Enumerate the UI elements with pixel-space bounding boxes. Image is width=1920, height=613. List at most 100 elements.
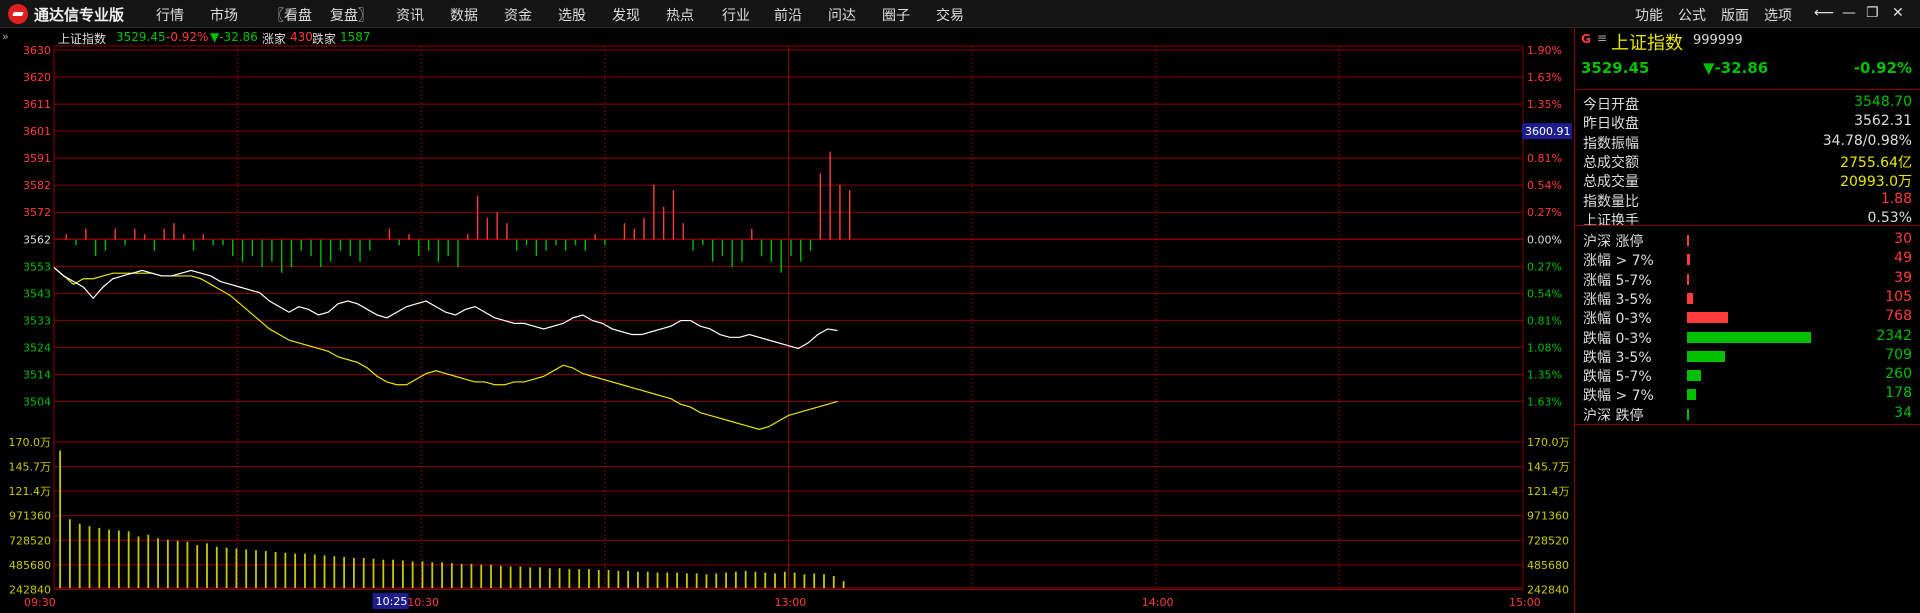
menu-item[interactable]: 资金 bbox=[504, 5, 532, 25]
stat-label: 指数振幅 bbox=[1583, 135, 1639, 152]
dist-value: 709 bbox=[1885, 346, 1912, 363]
time-label: 13:00 bbox=[775, 596, 807, 609]
volume-tick-label: 170.0万 bbox=[9, 436, 52, 449]
volume-tick-label-right: 170.0万 bbox=[1527, 436, 1570, 449]
menu-item[interactable]: 问达 bbox=[828, 5, 856, 25]
dist-label: 涨幅 3-5% bbox=[1583, 291, 1652, 308]
menu-item[interactable]: 圈子 bbox=[882, 5, 910, 25]
price-tick-label: 3514 bbox=[23, 368, 51, 381]
right-menu-item[interactable]: 公式 bbox=[1678, 5, 1706, 25]
pct-tick-label: 0.54% bbox=[1527, 287, 1562, 300]
dist-label: 跌幅 3-5% bbox=[1583, 349, 1652, 366]
right-menu-item[interactable]: 版面 bbox=[1721, 5, 1749, 25]
dist-label: 涨幅 5-7% bbox=[1583, 272, 1652, 289]
chart-index-change: ▼-32.86 bbox=[210, 30, 258, 44]
menu-item[interactable]: 市场 bbox=[210, 5, 238, 25]
pct-tick-label: 0.27% bbox=[1527, 206, 1562, 219]
close-icon[interactable]: ✕ bbox=[1892, 5, 1904, 21]
dist-label: 涨幅 > 7% bbox=[1583, 253, 1654, 270]
dist-bar bbox=[1687, 331, 1811, 343]
price-tick-label: 3524 bbox=[23, 341, 51, 354]
volume-tick-label-right: 728520 bbox=[1527, 534, 1569, 547]
menu-item[interactable]: 热点 bbox=[666, 5, 694, 25]
menu-item[interactable]: 选股 bbox=[558, 5, 586, 25]
up-count: 430 bbox=[290, 30, 313, 44]
volume-tick-label-right: 145.7万 bbox=[1527, 461, 1570, 474]
price-tick-label: 3630 bbox=[23, 44, 51, 57]
stat-label: 指数量比 bbox=[1583, 193, 1639, 210]
dist-label: 沪深 涨停 bbox=[1583, 234, 1644, 250]
volume-tick-label-right: 971360 bbox=[1527, 510, 1569, 523]
dist-value: 260 bbox=[1885, 366, 1912, 383]
pct-tick-label: 0.27% bbox=[1527, 260, 1562, 273]
stat-value: 20993.0万 bbox=[1840, 174, 1912, 191]
panel-code: 999999 bbox=[1693, 33, 1743, 48]
price-tick-label: 3543 bbox=[23, 287, 51, 300]
time-label: 09:30 bbox=[24, 596, 56, 609]
dist-bar bbox=[1687, 389, 1697, 401]
panel-change: ▼-32.86 bbox=[1703, 59, 1769, 77]
pct-tick-label: 1.08% bbox=[1527, 341, 1562, 354]
panel-divider bbox=[1575, 424, 1920, 425]
expand-icon[interactable]: » bbox=[2, 30, 9, 43]
panel-divider bbox=[1575, 89, 1920, 90]
volume-tick-label: 145.7万 bbox=[9, 461, 52, 474]
dist-bar bbox=[1687, 408, 1689, 420]
volume-tick-label: 121.4万 bbox=[9, 485, 52, 498]
down-label: 跌家 bbox=[312, 32, 337, 46]
time-label: 15:00 bbox=[1509, 596, 1541, 609]
volume-tick-label: 242840 bbox=[9, 583, 51, 596]
price-tick-label: 3620 bbox=[23, 71, 51, 84]
minimize-icon[interactable]: — bbox=[1842, 5, 1856, 21]
dist-label: 跌幅 > 7% bbox=[1583, 388, 1654, 405]
right-menu-item[interactable]: 选项 bbox=[1764, 5, 1792, 25]
panel-marker: G bbox=[1581, 32, 1591, 46]
menu-lines-icon[interactable]: ≡ bbox=[1597, 31, 1607, 45]
menu-item[interactable]: 资讯 bbox=[396, 5, 424, 25]
price-tick-label: 3572 bbox=[23, 206, 51, 219]
menu-item[interactable]: 发现 bbox=[612, 5, 640, 25]
dist-label: 跌幅 0-3% bbox=[1583, 330, 1652, 347]
dist-value: 49 bbox=[1894, 250, 1912, 267]
stat-label: 昨日收盘 bbox=[1583, 116, 1639, 133]
dist-value: 178 bbox=[1885, 385, 1912, 402]
menu-item[interactable]: 行业 bbox=[722, 5, 750, 25]
panel-divider bbox=[1575, 225, 1920, 226]
dist-value: 30 bbox=[1894, 231, 1912, 247]
dist-label: 跌幅 5-7% bbox=[1583, 369, 1652, 386]
menu-item[interactable]: 复盘〗 bbox=[330, 5, 372, 25]
cursor-time-label: 10:25 bbox=[376, 595, 408, 608]
panel-price: 3529.45 bbox=[1581, 59, 1650, 77]
menu-item[interactable]: 〖看盘 bbox=[270, 5, 312, 25]
pct-tick-label: 0.81% bbox=[1527, 314, 1562, 327]
cursor-price-label: 3600.91 bbox=[1525, 125, 1571, 138]
intraday-chart[interactable]: 3630 1.90% 3620 1.63% 3611 1.35% 3601 1.08% 3591… bbox=[0, 28, 1574, 613]
restore-icon[interactable]: ❐ bbox=[1866, 5, 1879, 21]
price-line bbox=[53, 267, 838, 350]
time-label: 10:30 bbox=[407, 596, 439, 609]
right-menu-item[interactable]: 功能 bbox=[1635, 5, 1663, 25]
price-tick-label: 3553 bbox=[23, 260, 51, 273]
stat-value: 34.78/0.98% bbox=[1822, 132, 1912, 149]
price-tick-label: 3601 bbox=[23, 125, 51, 138]
pct-tick-label: 1.35% bbox=[1527, 98, 1562, 111]
volume-tick-label: 485680 bbox=[9, 559, 51, 572]
stat-label: 总成交额 bbox=[1583, 154, 1639, 171]
pct-tick-label: 0.54% bbox=[1527, 179, 1562, 192]
menu-item[interactable]: 行情 bbox=[156, 5, 184, 25]
dist-bar bbox=[1687, 254, 1690, 266]
pct-tick-label: 1.35% bbox=[1527, 368, 1562, 381]
volume-tick-label-right: 121.4万 bbox=[1527, 485, 1570, 498]
menu-item[interactable]: 前沿 bbox=[774, 5, 802, 25]
dist-bar bbox=[1687, 273, 1690, 285]
volume-tick-label: 971360 bbox=[9, 510, 51, 523]
volume-tick-label-right: 485680 bbox=[1527, 559, 1569, 572]
dist-value: 768 bbox=[1885, 308, 1912, 325]
menu-item[interactable]: 数据 bbox=[450, 5, 478, 25]
quote-panel: G ≡ 上证指数 999999 3529.45 ▼-32.86 -0.92% 今… bbox=[1574, 28, 1920, 613]
app-title: 通达信专业版 bbox=[34, 6, 125, 24]
pct-tick-label: 0.81% bbox=[1527, 152, 1562, 165]
panel-title: 上证指数 bbox=[1611, 33, 1683, 54]
back-arrow-icon[interactable]: ⟵ bbox=[1814, 5, 1834, 21]
menu-item[interactable]: 交易 bbox=[936, 5, 964, 25]
